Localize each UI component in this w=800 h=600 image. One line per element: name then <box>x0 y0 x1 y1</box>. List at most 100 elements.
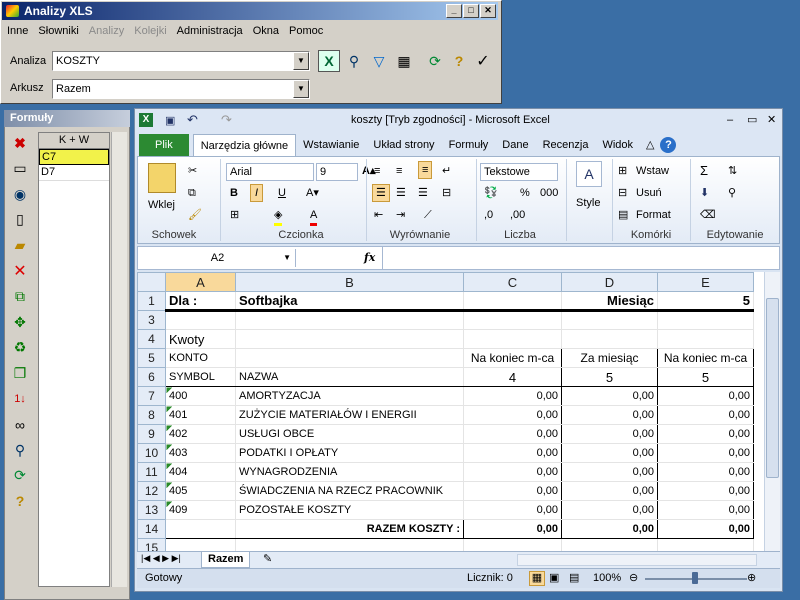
cell-c10[interactable]: 0,00 <box>463 443 562 463</box>
cell-b5[interactable] <box>235 348 464 368</box>
name-box[interactable]: A2 ▼ <box>140 249 296 267</box>
cell-b11[interactable]: WYNAGRODZENIA <box>235 462 464 482</box>
cell-b14[interactable]: RAZEM KOSZTY : <box>235 519 464 539</box>
cell-b9[interactable]: USŁUGI OBCE <box>235 424 464 444</box>
tab-plik[interactable]: Plik <box>139 134 189 156</box>
row-header[interactable]: 9 <box>137 424 166 444</box>
cell-d3[interactable] <box>561 310 658 330</box>
row-header[interactable]: 4 <box>137 329 166 349</box>
cell-e3[interactable] <box>657 310 754 330</box>
zoom-thumb[interactable] <box>692 572 698 584</box>
sheet-nav-icon[interactable]: |◀ ◀ ▶ ▶| <box>141 553 181 564</box>
row-header[interactable]: 10 <box>137 443 166 463</box>
italic-button[interactable]: I <box>250 184 264 202</box>
cell-d1[interactable]: Miesiąc <box>561 291 658 312</box>
fx-icon[interactable]: fx <box>364 251 375 264</box>
tab-dane[interactable]: Dane <box>495 134 535 156</box>
magic-search-icon[interactable]: ⚲ <box>343 50 365 72</box>
horizontal-scrollbar[interactable] <box>517 554 757 566</box>
align-middle-icon[interactable]: ≡ <box>396 163 402 179</box>
cell-a5[interactable]: KONTO <box>165 348 236 368</box>
close-button[interactable]: ✕ <box>480 4 496 18</box>
sort-filter-icon[interactable]: ⇅ <box>728 163 737 179</box>
cell-d15[interactable] <box>561 538 658 551</box>
cell-a6[interactable]: SYMBOL <box>165 367 236 387</box>
cell-d9[interactable]: 0,00 <box>561 424 658 444</box>
cell-a3[interactable] <box>165 310 236 330</box>
menu-item-okna[interactable]: Okna <box>248 25 284 37</box>
cell-b10[interactable]: PODATKI I OPŁATY <box>235 443 464 463</box>
shrink-font-icon[interactable]: A▾ <box>306 185 319 201</box>
cell-a7[interactable]: 400 <box>165 386 236 406</box>
row-header[interactable]: 13 <box>137 500 166 520</box>
cell-d14[interactable]: 0,00 <box>561 519 658 539</box>
minimize-button[interactable]: – <box>727 109 733 131</box>
excel-export-icon[interactable]: X <box>318 50 340 72</box>
cell-a1[interactable]: Dla : <box>165 291 236 312</box>
bold-button[interactable]: B <box>230 185 238 201</box>
align-left-icon[interactable]: ☰ <box>372 184 390 202</box>
increase-decimal-icon[interactable]: ,0 <box>484 207 493 223</box>
cell-b7[interactable]: AMORTYZACJA <box>235 386 464 406</box>
cell-b8[interactable]: ZUŻYCIE MATERIAŁÓW I ENERGII <box>235 405 464 425</box>
column-header[interactable]: A <box>165 272 236 292</box>
currency-icon[interactable]: 💱 <box>484 185 498 201</box>
insert-icon[interactable]: ⊞ <box>618 163 627 179</box>
style-label[interactable]: Style <box>576 195 600 211</box>
confirm-check-icon[interactable]: ✓ <box>472 50 494 72</box>
cell-e9[interactable]: 0,00 <box>657 424 754 444</box>
paste-label[interactable]: Wklej <box>148 197 175 213</box>
cell-d11[interactable]: 0,00 <box>561 462 658 482</box>
cell-c6[interactable]: 4 <box>463 367 562 387</box>
cell-a14[interactable] <box>165 519 236 539</box>
sheet-tab-razem[interactable]: Razem <box>201 552 251 568</box>
cell-e5[interactable]: Na koniec m-ca <box>657 348 754 368</box>
font-name-box[interactable]: Arial <box>226 163 314 181</box>
row-header[interactable]: 5 <box>137 348 166 368</box>
refresh-icon[interactable]: ⟳ <box>424 50 446 72</box>
row-header[interactable]: 14 <box>137 519 166 539</box>
help-icon[interactable]: ? <box>660 137 677 153</box>
help-icon[interactable]: ? <box>8 490 32 512</box>
row-header[interactable]: 3 <box>137 310 166 330</box>
chevron-down-icon[interactable]: ▼ <box>283 249 291 267</box>
row-header[interactable]: 6 <box>137 367 166 387</box>
column-header[interactable]: C <box>463 272 562 292</box>
cell-a12[interactable]: 405 <box>165 481 236 501</box>
tab-recenzja[interactable]: Recenzja <box>536 134 596 156</box>
fill-icon[interactable]: ⬇ <box>700 185 709 201</box>
menu-item-analizy[interactable]: Analizy <box>84 25 129 37</box>
page-layout-icon[interactable]: ▣ <box>549 569 559 588</box>
arkusz-combo[interactable]: Razem ▼ <box>52 79 310 99</box>
orientation-icon[interactable]: ⟋ <box>424 207 432 223</box>
row-header[interactable]: 1 <box>137 291 166 311</box>
open-folder-icon[interactable]: ▰ <box>8 234 32 256</box>
zoom-in-icon[interactable]: ⊕ <box>747 569 756 588</box>
delete-formula-icon[interactable]: ✖ <box>8 132 32 154</box>
cell-c15[interactable] <box>463 538 562 551</box>
cell-b4[interactable] <box>235 329 464 349</box>
row-header[interactable]: 7 <box>137 386 166 406</box>
zoom-level[interactable]: 100% <box>593 569 621 588</box>
menu-item-pomoc[interactable]: Pomoc <box>284 25 328 37</box>
style-icon[interactable]: A <box>576 161 602 187</box>
cell-b13[interactable]: POZOSTAŁE KOSZTY <box>235 500 464 520</box>
formula-input[interactable] <box>382 247 762 269</box>
restore-button[interactable]: ▭ <box>747 109 757 131</box>
cell-e15[interactable] <box>657 538 754 551</box>
delete-icon[interactable]: ⊟ <box>618 185 627 201</box>
cell-c8[interactable]: 0,00 <box>463 405 562 425</box>
filter-icon[interactable]: ▽ <box>368 50 390 72</box>
undo-icon[interactable]: ↶ <box>187 109 198 131</box>
properties-icon[interactable]: ▦ <box>393 50 415 72</box>
cell-e10[interactable]: 0,00 <box>657 443 754 463</box>
column-header[interactable]: E <box>657 272 754 292</box>
ribbon-minimize-icon[interactable]: △ <box>646 134 654 156</box>
cell-b15[interactable] <box>235 538 464 551</box>
sort-icon[interactable]: 1↓ <box>8 388 32 410</box>
help-icon[interactable]: ? <box>448 50 470 72</box>
sheet-grid[interactable]: A B C D E 1 Dla : Softbajka Miesiąc 5 3 4 Kwoty… <box>137 272 754 551</box>
fill-color-icon[interactable]: ◈ <box>274 207 283 226</box>
cell-d5[interactable]: Za miesiąc <box>561 348 658 368</box>
cell-a15[interactable] <box>165 538 236 551</box>
